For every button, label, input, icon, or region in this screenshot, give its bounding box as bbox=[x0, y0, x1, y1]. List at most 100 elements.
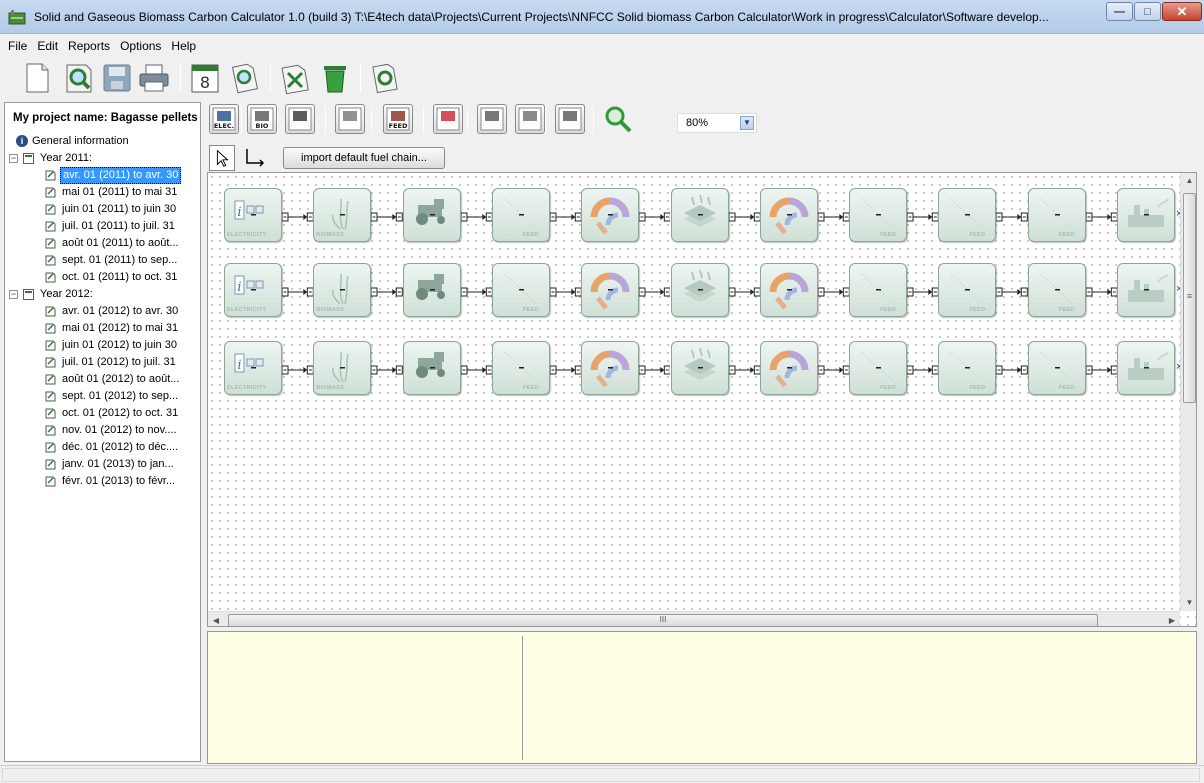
horizontal-scroll-thumb[interactable]: III bbox=[228, 614, 1098, 626]
zoom-tool-button[interactable] bbox=[603, 104, 633, 134]
menu-edit[interactable]: Edit bbox=[32, 39, 63, 53]
chain-connector[interactable] bbox=[638, 211, 671, 222]
chain-node-tractor[interactable] bbox=[402, 188, 461, 242]
chain-connector[interactable] bbox=[995, 211, 1029, 222]
chain-node-feed[interactable]: FEED bbox=[938, 341, 997, 395]
chain-connector[interactable] bbox=[549, 286, 582, 297]
tree-item-year[interactable]: − Year 2012: bbox=[5, 286, 200, 303]
chain-connector[interactable] bbox=[728, 286, 761, 297]
chain-connector[interactable] bbox=[281, 364, 314, 375]
chain-connector[interactable] bbox=[549, 364, 582, 375]
tree-item-general[interactable]: i General information bbox=[5, 133, 200, 150]
chain-node-electricity[interactable]: i ELECTRICITY bbox=[224, 263, 282, 317]
storage-tool-button[interactable] bbox=[515, 104, 545, 134]
chain-node-conversion[interactable] bbox=[581, 263, 640, 317]
chain-node-conversion[interactable] bbox=[759, 263, 818, 317]
open-search-icon[interactable] bbox=[62, 61, 96, 95]
tree-item-period[interactable]: oct. 01 (2011) to oct. 31 bbox=[5, 269, 200, 286]
tractor-tool-button[interactable] bbox=[285, 104, 315, 134]
new-document-icon[interactable] bbox=[20, 61, 54, 95]
connector-tool-icon[interactable] bbox=[241, 145, 267, 171]
menu-file[interactable]: File bbox=[3, 39, 32, 53]
chain-node-plant[interactable] bbox=[1117, 188, 1175, 242]
chain-node-drying[interactable] bbox=[670, 188, 729, 242]
save-icon[interactable] bbox=[100, 61, 134, 95]
chain-connector[interactable] bbox=[460, 286, 493, 297]
chain-connector[interactable] bbox=[995, 364, 1029, 375]
chain-node-tractor[interactable] bbox=[402, 341, 461, 395]
tree-item-period[interactable]: oct. 01 (2012) to oct. 31 bbox=[5, 405, 200, 422]
chain-node-conversion[interactable] bbox=[759, 188, 818, 242]
scroll-up-icon[interactable]: ▲ bbox=[1181, 173, 1196, 189]
chain-node-feed[interactable]: FEED bbox=[938, 188, 997, 242]
collapse-icon[interactable]: − bbox=[9, 290, 18, 299]
tree-item-period[interactable]: juil. 01 (2011) to juil. 31 bbox=[5, 218, 200, 235]
chain-connector[interactable] bbox=[817, 286, 850, 297]
trash-icon[interactable] bbox=[318, 61, 352, 95]
calendar-icon[interactable]: 8 bbox=[188, 61, 222, 95]
edit-search-icon[interactable] bbox=[228, 61, 262, 95]
chain-node-biomass[interactable]: BIOMASS bbox=[313, 188, 372, 242]
chain-connector[interactable] bbox=[1085, 286, 1118, 297]
chain-connector[interactable] bbox=[460, 211, 493, 222]
chain-node-feed[interactable]: FEED bbox=[849, 263, 908, 317]
chain-connector[interactable] bbox=[460, 364, 493, 375]
chain-connector[interactable] bbox=[906, 286, 939, 297]
chain-connector[interactable] bbox=[370, 286, 404, 297]
chain-node-feed[interactable]: FEED bbox=[491, 263, 550, 317]
tree-item-period[interactable]: sept. 01 (2012) to sep... bbox=[5, 388, 200, 405]
tree-item-period[interactable]: avr. 01 (2011) to avr. 30 bbox=[5, 167, 200, 184]
chain-connector[interactable] bbox=[906, 211, 939, 222]
chain-connector[interactable] bbox=[638, 286, 671, 297]
chain-connector[interactable] bbox=[817, 364, 850, 375]
chain-connector[interactable] bbox=[281, 211, 314, 222]
menu-options[interactable]: Options bbox=[115, 39, 166, 53]
tree-item-period[interactable]: janv. 01 (2013) to jan... bbox=[5, 456, 200, 473]
tree-item-period[interactable]: mai 01 (2012) to mai 31 bbox=[5, 320, 200, 337]
chain-node-feed[interactable]: FEED bbox=[491, 188, 550, 242]
horizontal-scrollbar[interactable]: ◀ III ▶ bbox=[208, 611, 1180, 626]
feed-tool-button[interactable]: FEED bbox=[383, 104, 413, 134]
chain-node-conversion[interactable] bbox=[581, 341, 640, 395]
chain-connector[interactable] bbox=[638, 364, 671, 375]
chain-node-drying[interactable] bbox=[670, 263, 729, 317]
close-button[interactable]: ✕ bbox=[1162, 2, 1202, 21]
chain-node-drying[interactable] bbox=[670, 341, 729, 395]
chain-node-feed[interactable]: FEED bbox=[849, 341, 908, 395]
tree-item-period[interactable]: juil. 01 (2012) to juil. 31 bbox=[5, 354, 200, 371]
scroll-right-icon[interactable]: ▶ bbox=[1164, 612, 1180, 626]
chain-node-feed[interactable]: FEED bbox=[849, 188, 908, 242]
conversion-tool-button[interactable] bbox=[433, 104, 463, 134]
tree-item-period[interactable]: juin 01 (2011) to juin 30 bbox=[5, 201, 200, 218]
menu-reports[interactable]: Reports bbox=[63, 39, 115, 53]
tree-item-period[interactable]: avr. 01 (2012) to avr. 30 bbox=[5, 303, 200, 320]
import-default-fuel-chain-button[interactable]: import default fuel chain... bbox=[283, 147, 445, 169]
tree-item-period[interactable]: déc. 01 (2012) to déc.... bbox=[5, 439, 200, 456]
electricity-tool-button[interactable]: ELEC. bbox=[209, 104, 239, 134]
chain-connector[interactable] bbox=[906, 364, 939, 375]
chain-connector[interactable] bbox=[370, 211, 404, 222]
pointer-tool-icon[interactable] bbox=[209, 145, 235, 171]
chain-node-feed[interactable]: FEED bbox=[491, 341, 550, 395]
chain-connector[interactable] bbox=[728, 211, 761, 222]
chain-connector[interactable] bbox=[728, 364, 761, 375]
tree-item-period[interactable]: nov. 01 (2012) to nov.... bbox=[5, 422, 200, 439]
zoom-select[interactable]: 80% ▼ bbox=[677, 113, 757, 133]
chain-node-feed[interactable]: FEED bbox=[1027, 341, 1086, 395]
chain-node-electricity[interactable]: i ELECTRICITY bbox=[224, 188, 282, 242]
tree-item-period[interactable]: févr. 01 (2013) to févr... bbox=[5, 473, 200, 490]
scroll-left-icon[interactable]: ◀ bbox=[208, 612, 224, 626]
chain-connector[interactable] bbox=[370, 364, 404, 375]
chain-connector[interactable] bbox=[1085, 211, 1118, 222]
chain-node-feed[interactable]: FEED bbox=[938, 263, 997, 317]
print-icon[interactable] bbox=[137, 61, 171, 95]
tree-item-period[interactable]: sept. 01 (2011) to sep... bbox=[5, 252, 200, 269]
chain-node-biomass[interactable]: BIOMASS bbox=[313, 263, 372, 317]
tree-item-period[interactable]: août 01 (2012) to août... bbox=[5, 371, 200, 388]
chain-node-conversion[interactable] bbox=[581, 188, 640, 242]
vertical-scrollbar[interactable]: ▲ ≡ ▼ bbox=[1180, 173, 1196, 611]
maximize-button[interactable]: □ bbox=[1134, 2, 1161, 21]
biomass-tool-button[interactable]: BIO bbox=[247, 104, 277, 134]
collapse-icon[interactable]: − bbox=[9, 154, 18, 163]
chain-connector[interactable] bbox=[1085, 364, 1118, 375]
